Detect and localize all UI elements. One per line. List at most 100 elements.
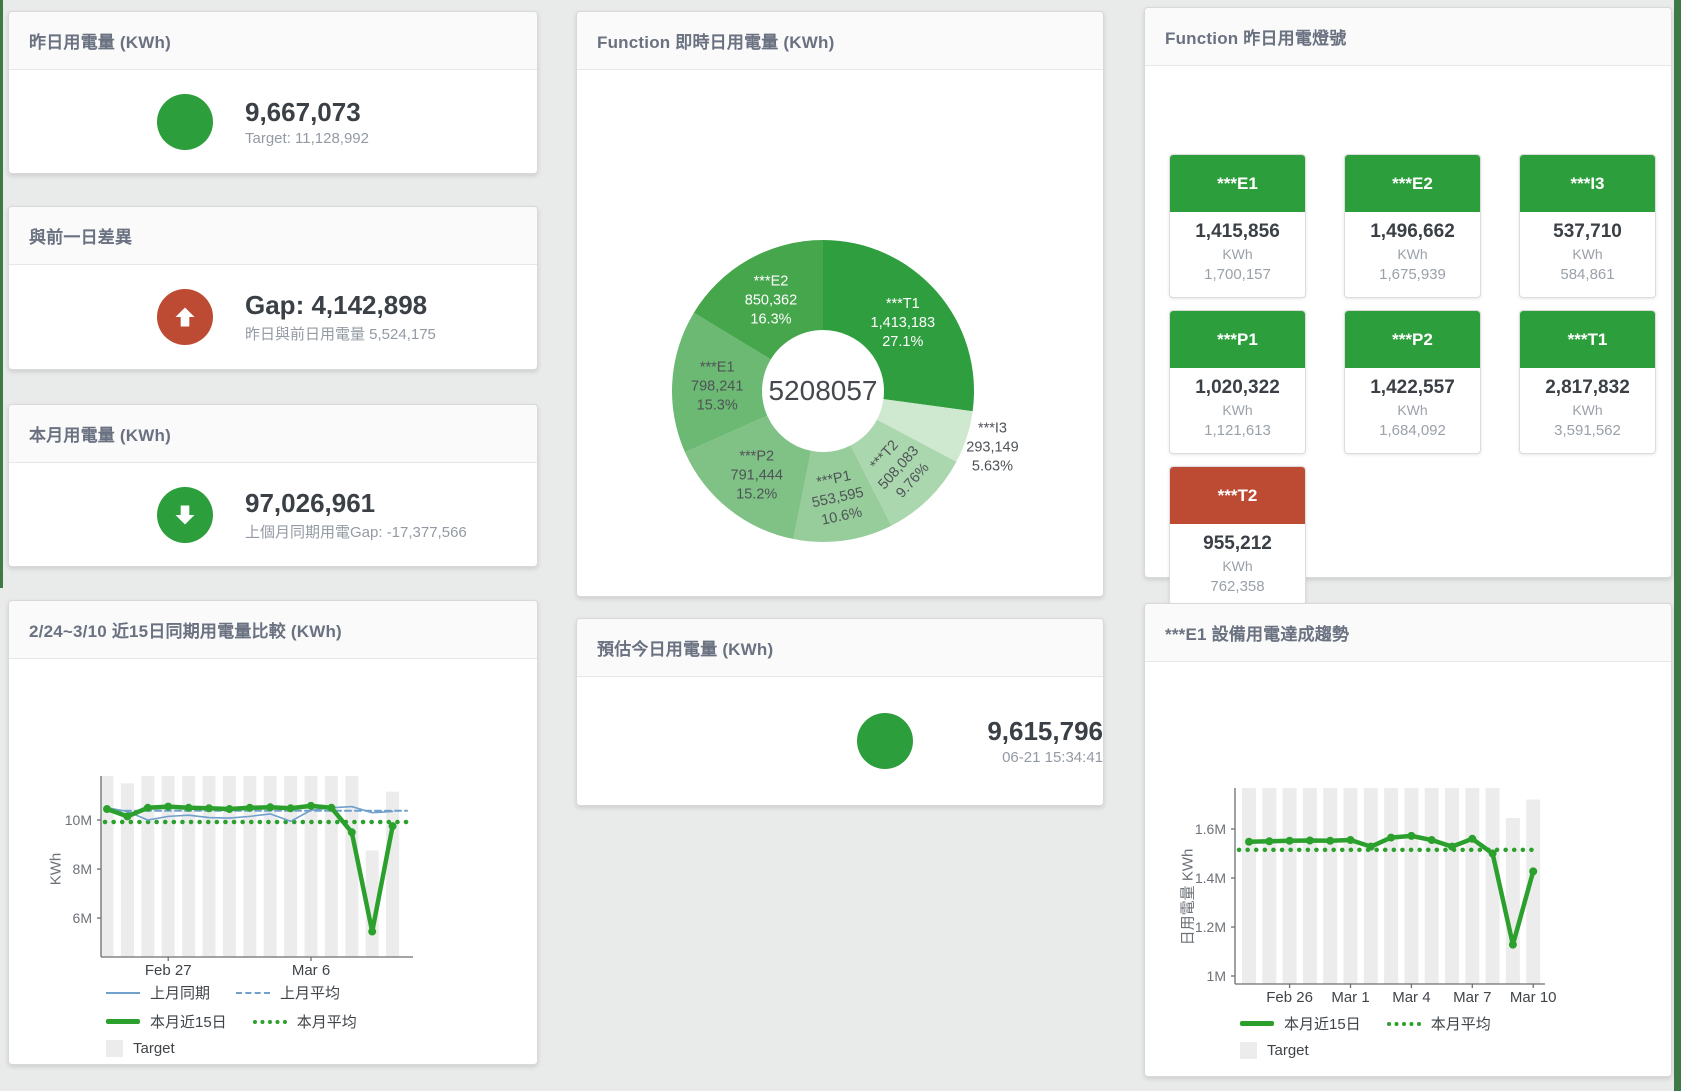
tile-status-header: ***E1 xyxy=(1170,155,1305,212)
panel-yesterday-lights: Function 昨日用電燈號 ***E1 1,415,856 KWh 1,700,1… xyxy=(1144,7,1672,578)
status-circle-icon xyxy=(857,713,913,769)
svg-text:Feb 27: Feb 27 xyxy=(145,962,192,979)
panel-realtime-donut: Function 即時日用電量 (KWh) ***T11,413,18327.1… xyxy=(576,11,1104,597)
tile-status-header: ***P2 xyxy=(1345,311,1480,368)
svg-text:Mar 4: Mar 4 xyxy=(1392,989,1430,1006)
svg-text:Feb 26: Feb 26 xyxy=(1266,989,1313,1006)
svg-text:Mar 7: Mar 7 xyxy=(1453,989,1491,1006)
svg-text:8M: 8M xyxy=(73,861,92,877)
panel-title: Function 昨日用電燈號 xyxy=(1165,24,1346,49)
panel-header: 本月用電量 (KWh) xyxy=(9,405,537,463)
tile-value: 1,415,856 xyxy=(1170,221,1305,243)
legend-item-1[interactable]: 上月同期 xyxy=(106,982,210,1003)
left-edge-strip xyxy=(0,0,3,588)
right-edge-strip xyxy=(1674,0,1681,1091)
arrow-down-icon xyxy=(157,487,213,543)
legend-item-5[interactable]: Target xyxy=(106,1040,175,1057)
stat-subtitle: Target: 11,128,992 xyxy=(245,130,369,147)
panel-header: Function 即時日用電量 (KWh) xyxy=(577,12,1103,70)
panel-title: 預估今日用電量 (KWh) xyxy=(597,635,773,660)
stat-value: 9,667,073 xyxy=(245,97,369,127)
status-circle-icon xyxy=(157,94,213,150)
e1-legend: 本月近15日 本月平均 Target xyxy=(1240,1013,1517,1067)
legend-label: Target xyxy=(133,1040,175,1057)
panel-compare-chart: 2/24~3/10 近15日同期用電量比較 (KWh) 10M8M6MFeb 2… xyxy=(8,600,538,1065)
panel-title: 本月用電量 (KWh) xyxy=(29,421,171,446)
svg-text:10M: 10M xyxy=(65,812,92,828)
light-tile-7[interactable]: ***T2955,212KWh762,358 xyxy=(1169,466,1306,610)
light-tile-4[interactable]: ***P11,020,322KWh1,121,613 xyxy=(1169,310,1306,454)
svg-text:***I3293,1495.63%: ***I3293,1495.63% xyxy=(966,420,1018,474)
estimate-timestamp: 06-21 15:34:41 xyxy=(947,749,1103,766)
tile-value: 1,422,557 xyxy=(1345,377,1480,399)
panel-header: 與前一日差異 xyxy=(9,207,537,265)
legend-item-3[interactable]: 本月近15日 xyxy=(106,1011,227,1032)
legend-label: 本月近15日 xyxy=(150,1011,227,1032)
panel-title: 2/24~3/10 近15日同期用電量比較 (KWh) xyxy=(29,617,342,642)
panel-header: 2/24~3/10 近15日同期用電量比較 (KWh) xyxy=(9,601,537,659)
legend-item-1[interactable]: 本月近15日 xyxy=(1240,1013,1361,1034)
legend-item-4[interactable]: 本月平均 xyxy=(253,1011,357,1032)
legend-label: 本月平均 xyxy=(1431,1013,1491,1034)
tile-value: 537,710 xyxy=(1520,221,1655,243)
panel-month-usage: 本月用電量 (KWh) 97,026,961 上個月同期用電Gap: -17,3… xyxy=(8,404,538,567)
stat-value: Gap: 4,142,898 xyxy=(245,290,436,320)
tile-target-value: 1,675,939 xyxy=(1345,266,1480,283)
svg-text:5208057: 5208057 xyxy=(768,375,877,406)
tile-unit: KWh xyxy=(1170,246,1305,262)
legend-item-2[interactable]: 上月平均 xyxy=(236,982,340,1003)
tile-value: 1,020,322 xyxy=(1170,377,1305,399)
panel-header: 預估今日用電量 (KWh) xyxy=(577,619,1103,677)
panel-yesterday-usage: 昨日用電量 (KWh) 9,667,073 Target: 11,128,992 xyxy=(8,11,538,174)
svg-text:1.4M: 1.4M xyxy=(1195,870,1226,886)
estimate-value: 9,615,796 xyxy=(947,716,1103,746)
tile-status-header: ***T2 xyxy=(1170,467,1305,524)
panel-title: Function 即時日用電量 (KWh) xyxy=(597,28,834,53)
panel-header: ***E1 設備用電達成趨勢 xyxy=(1145,604,1671,662)
panel-title: ***E1 設備用電達成趨勢 xyxy=(1165,620,1349,645)
panel-header: 昨日用電量 (KWh) xyxy=(9,12,537,70)
tile-target-value: 762,358 xyxy=(1170,578,1305,595)
arrow-up-icon xyxy=(157,289,213,345)
tile-unit: KWh xyxy=(1520,246,1655,262)
tile-target-value: 1,700,157 xyxy=(1170,266,1305,283)
tile-status-header: ***P1 xyxy=(1170,311,1305,368)
panel-estimate-today: 預估今日用電量 (KWh) 9,615,796 06-21 15:34:41 xyxy=(576,618,1104,806)
panel-e1-trend-chart: ***E1 設備用電達成趨勢 1.6M 1.4M 1.2M 1M Feb 26 Mar 1… xyxy=(1144,603,1672,1077)
svg-text:1.6M: 1.6M xyxy=(1195,821,1226,837)
stat-subtitle: 上個月同期用電Gap: -17,377,566 xyxy=(245,521,467,542)
legend-label: 上月平均 xyxy=(280,982,340,1003)
legend-label: 本月平均 xyxy=(297,1011,357,1032)
legend-label: Target xyxy=(1267,1042,1309,1059)
tile-target-value: 3,591,562 xyxy=(1520,422,1655,439)
svg-text:1M: 1M xyxy=(1207,968,1226,984)
tile-unit: KWh xyxy=(1170,402,1305,418)
tile-unit: KWh xyxy=(1520,402,1655,418)
stat-value: 97,026,961 xyxy=(245,488,467,518)
light-tile-5[interactable]: ***P21,422,557KWh1,684,092 xyxy=(1344,310,1481,454)
tile-status-header: ***I3 xyxy=(1520,155,1655,212)
e1-y-axis-label: 日用電量 KWh xyxy=(1177,849,1198,946)
panel-prev-day-gap: 與前一日差異 Gap: 4,142,898 昨日與前日用電量 5,524,175 xyxy=(8,206,538,370)
legend-item-2[interactable]: 本月平均 xyxy=(1387,1013,1491,1034)
light-tile-2[interactable]: ***E21,496,662KWh1,675,939 xyxy=(1344,154,1481,298)
tile-unit: KWh xyxy=(1170,558,1305,574)
light-tile-1[interactable]: ***E1 1,415,856 KWh 1,700,157 xyxy=(1169,154,1306,298)
donut-chart: ***T11,413,18327.1%***I3293,1495.63%***T… xyxy=(577,70,1103,597)
legend-label: 本月近15日 xyxy=(1284,1013,1361,1034)
light-tile-6[interactable]: ***T1 2,817,832 KWh 3,591,562 xyxy=(1519,310,1656,454)
tile-value: 2,817,832 xyxy=(1520,377,1655,399)
tile-status-header: ***T1 xyxy=(1520,311,1655,368)
stat-subtitle: 昨日與前日用電量 5,524,175 xyxy=(245,323,436,344)
panel-title: 昨日用電量 (KWh) xyxy=(29,28,171,53)
svg-text:1.2M: 1.2M xyxy=(1195,919,1226,935)
tile-target-value: 584,861 xyxy=(1520,266,1655,283)
compare-legend: 上月同期 上月平均本月近15日 本月平均 Target xyxy=(106,982,383,1065)
tile-target-value: 1,684,092 xyxy=(1345,422,1480,439)
legend-item-3[interactable]: Target xyxy=(1240,1042,1309,1059)
panel-header: Function 昨日用電燈號 xyxy=(1145,8,1671,66)
panel-title: 與前一日差異 xyxy=(29,223,132,248)
svg-text:Mar 10: Mar 10 xyxy=(1510,989,1557,1006)
light-tile-3[interactable]: ***I3 537,710 KWh 584,861 xyxy=(1519,154,1656,298)
svg-text:Mar 6: Mar 6 xyxy=(292,962,330,979)
